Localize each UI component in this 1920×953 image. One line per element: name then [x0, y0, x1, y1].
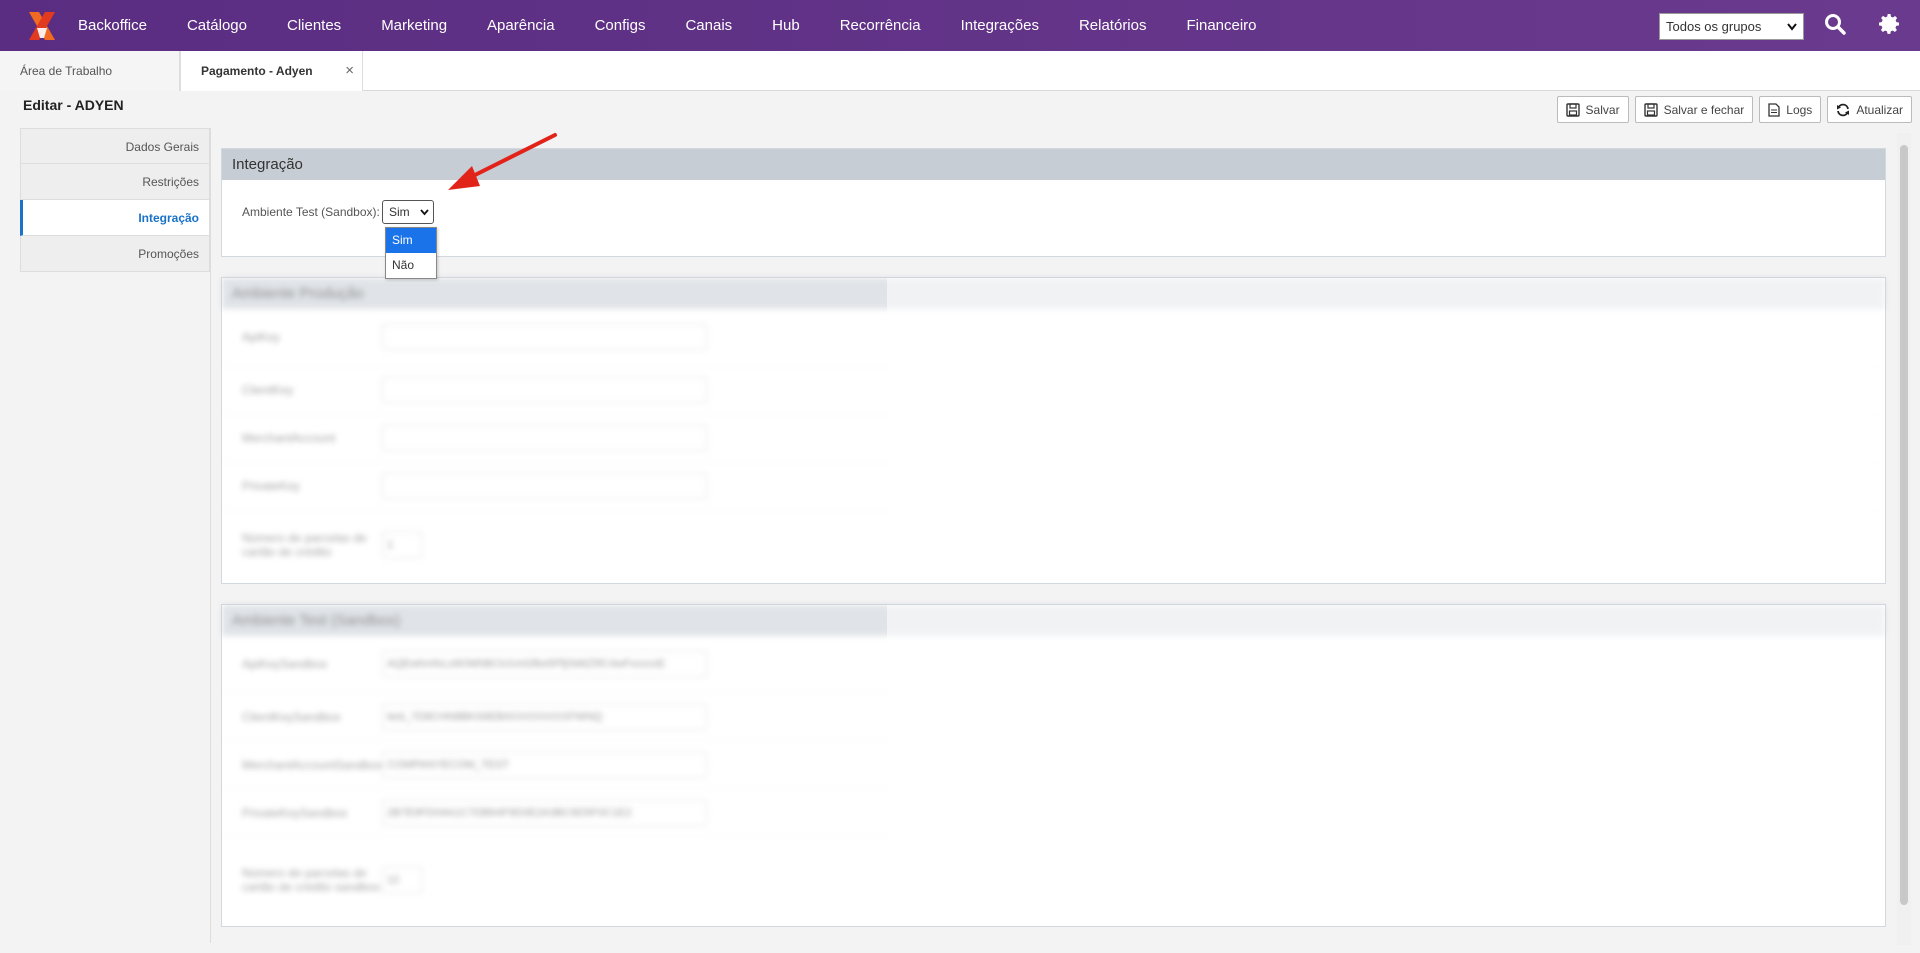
section-sidebar: Dados Gerais Restrições Integração Promo… [20, 128, 210, 272]
brand-logo-icon[interactable] [12, 0, 72, 51]
client-key-input[interactable] [382, 376, 707, 403]
chevron-down-icon [420, 208, 429, 215]
nav-recorrencia[interactable]: Recorrência [820, 0, 941, 51]
logs-button[interactable]: Logs [1759, 96, 1822, 123]
refresh-button[interactable]: Atualizar [1827, 96, 1912, 123]
private-key-sandbox-input[interactable]: 2B7E9FD04A1C7DB64F9D0E2A3BC9D5F0C1E2 [382, 799, 707, 826]
api-key-sandbox-input[interactable]: AQEwhmfxLo9OMhBCiUUnGfbs5PfjSMtZ5fC4wFxx… [382, 651, 707, 677]
sidebar-item-integracao[interactable]: Integração [20, 200, 210, 236]
chevron-down-icon [1787, 22, 1797, 31]
top-navbar: Backoffice Catálogo Clientes Marketing A… [0, 0, 1920, 51]
merchant-account-sandbox-input[interactable]: COMPANYECOM_TEST [382, 751, 707, 778]
installments-select[interactable]: 1 [382, 532, 422, 558]
tab-area-de-trabalho[interactable]: Área de Trabalho [0, 51, 180, 91]
sidebar-divider [210, 128, 211, 943]
sandbox-panel: Ambiente Test (Sandbox) ApiKeySandbox AQE… [221, 604, 1886, 927]
scrollbar-thumb[interactable] [1900, 145, 1908, 905]
group-select[interactable]: Todos os grupos [1659, 13, 1804, 40]
api-key-input[interactable] [382, 324, 707, 350]
tab-label: Pagamento - Adyen [201, 64, 313, 78]
option-sim[interactable]: Sim [386, 228, 436, 253]
main-menu: Backoffice Catálogo Clientes Marketing A… [72, 0, 1277, 51]
main-content: Integração Ambiente Test (Sandbox): Sim … [221, 148, 1886, 947]
nav-integracoes[interactable]: Integrações [941, 0, 1059, 51]
save-button[interactable]: Salvar [1556, 96, 1629, 123]
nav-backoffice[interactable]: Backoffice [72, 0, 167, 51]
production-panel: Ambiente Produção ApiKey ClientKey Merch… [221, 277, 1886, 584]
search-icon[interactable] [1824, 13, 1850, 39]
sidebar-item-promocoes[interactable]: Promoções [20, 236, 210, 272]
annotation-arrow-icon [448, 133, 557, 190]
option-nao[interactable]: Não [386, 253, 436, 278]
tab-pagamento-adyen[interactable]: Pagamento - Adyen × [180, 51, 363, 91]
panel-title: Ambiente Test (Sandbox) [222, 605, 1885, 636]
nav-canais[interactable]: Canais [665, 0, 752, 51]
gear-icon[interactable] [1878, 12, 1904, 38]
nav-configs[interactable]: Configs [575, 0, 666, 51]
nav-relatorios[interactable]: Relatórios [1059, 0, 1167, 51]
sandbox-label: Ambiente Test (Sandbox): [242, 205, 380, 219]
sidebar-item-dados-gerais[interactable]: Dados Gerais [20, 128, 210, 164]
sidebar-item-restricoes[interactable]: Restrições [20, 164, 210, 200]
sandbox-options-list: Sim Não [385, 227, 437, 279]
action-toolbar: Salvar Salvar e fechar Logs Atualizar [1556, 96, 1912, 123]
scrollbar[interactable] [1897, 133, 1911, 945]
close-icon[interactable]: × [345, 51, 354, 91]
nav-aparencia[interactable]: Aparência [467, 0, 575, 51]
panel-title: Ambiente Produção [222, 278, 1885, 309]
tab-bar: Área de Trabalho Pagamento - Adyen × [0, 51, 1920, 91]
group-select-value: Todos os grupos [1666, 19, 1762, 34]
nav-hub[interactable]: Hub [752, 0, 820, 51]
page-title: Editar - ADYEN [23, 97, 124, 113]
sandbox-select[interactable]: Sim [382, 200, 434, 224]
private-key-input[interactable] [382, 472, 707, 499]
nav-financeiro[interactable]: Financeiro [1166, 0, 1276, 51]
save-and-close-button[interactable]: Salvar e fechar [1634, 96, 1754, 123]
installments-sandbox-select[interactable]: 12 [382, 867, 422, 893]
refresh-icon [1837, 103, 1850, 116]
nav-clientes[interactable]: Clientes [267, 0, 361, 51]
floppy-icon [1565, 102, 1580, 117]
document-icon [1768, 102, 1780, 117]
nav-catalogo[interactable]: Catálogo [167, 0, 267, 51]
merchant-account-input[interactable] [382, 424, 707, 451]
floppy-icon [1643, 102, 1658, 117]
client-key-sandbox-input[interactable]: test_7D8CHN8BKS6EB4XXXXXXXXFWNQ [382, 703, 707, 730]
nav-marketing[interactable]: Marketing [361, 0, 467, 51]
